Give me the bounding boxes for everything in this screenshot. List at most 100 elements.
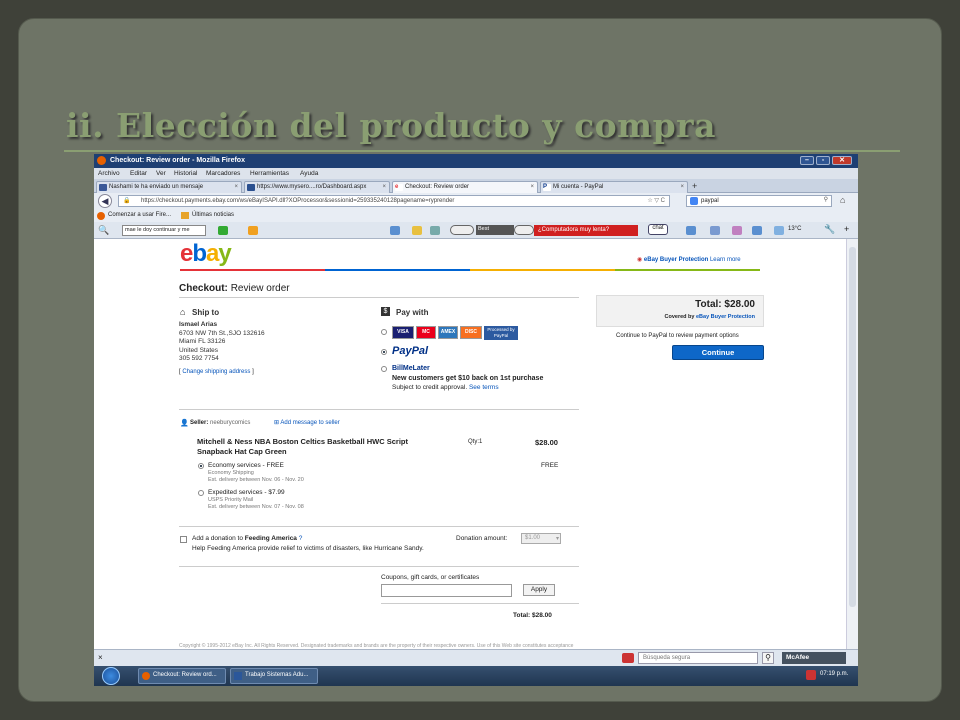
menu-herramientas[interactable]: Herramientas	[250, 170, 289, 177]
toolbar-icon[interactable]	[686, 226, 696, 235]
status-bar: × Búsqueda segura ⚲ McAfee	[94, 649, 858, 666]
navigation-bar: ◀ 🔒 https://checkout.payments.ebay.com/w…	[94, 193, 858, 209]
pay-card-radio[interactable]	[381, 329, 387, 335]
item-title[interactable]: Mitchell & Ness NBA Boston Celtics Baske…	[197, 437, 445, 457]
wrench-icon[interactable]: 🔧	[824, 224, 835, 235]
tab-checkout[interactable]: e Checkout: Review order ×	[392, 181, 538, 193]
media-controls-icon[interactable]	[514, 225, 534, 235]
tab-bar: Nashami te ha enviado un mensaje × https:…	[94, 179, 858, 193]
learn-more-link[interactable]: Learn more	[710, 257, 741, 263]
toolbar-icon[interactable]	[710, 226, 720, 235]
discover-icon: DISC	[460, 326, 482, 339]
tab-paypal[interactable]: P Mi cuenta - PayPal ×	[540, 181, 688, 193]
add-icon[interactable]: +	[844, 224, 849, 234]
donation-amount-select[interactable]: $1.00 ▾	[521, 533, 561, 544]
close-tab-icon[interactable]: ×	[234, 184, 238, 190]
tab-dashboard[interactable]: https://www.mysero....ro/Dashboard.aspx ×	[244, 181, 390, 193]
divider	[179, 526, 579, 527]
bookmark-firefox[interactable]: Comenzar a usar Fire...	[108, 212, 171, 218]
weather-icon[interactable]	[390, 226, 400, 235]
search-icon[interactable]: ⚲	[762, 652, 774, 664]
toolbar-icon[interactable]	[430, 226, 440, 235]
economy-carrier: Economy Shipping	[208, 470, 254, 476]
green-arrow-icon[interactable]	[218, 226, 228, 235]
search-engine-icon	[690, 197, 698, 205]
amex-icon: AMEX	[438, 326, 458, 339]
divider	[179, 297, 579, 298]
toolbar-search-input[interactable]: mae le doy continuar y me	[122, 225, 206, 236]
mcafee-tray-icon[interactable]	[806, 670, 816, 680]
toolbar-icon[interactable]	[412, 226, 422, 235]
search-icon[interactable]: ⚲	[824, 196, 828, 203]
firefox-bookmark-icon	[97, 212, 105, 220]
firefox-icon	[142, 672, 150, 680]
toolbar-icon[interactable]	[752, 226, 762, 235]
toolbar-app-icon[interactable]	[248, 226, 258, 235]
menu-ver[interactable]: Ver	[156, 170, 166, 177]
toolbar-icon[interactable]	[732, 226, 742, 235]
pay-with-heading: Pay with	[396, 308, 429, 317]
economy-price: FREE	[541, 462, 559, 469]
covered-by: Covered by eBay Buyer Protection	[664, 314, 756, 320]
mcafee-badge[interactable]: McAfee	[782, 652, 846, 664]
toolbar-best[interactable]: Best	[476, 225, 514, 235]
bookmarks-bar: Comenzar a usar Fire... Últimas noticias	[94, 209, 858, 222]
close-tab-icon[interactable]: ×	[680, 184, 684, 190]
close-icon[interactable]: ×	[98, 653, 103, 662]
back-button[interactable]: ◀	[98, 194, 112, 208]
see-terms-link[interactable]: See terms	[469, 384, 499, 391]
close-tab-icon[interactable]: ×	[530, 184, 534, 190]
menu-editar[interactable]: Editar	[130, 170, 147, 177]
summary-total: Total: $28.00	[695, 299, 755, 310]
add-message-link[interactable]: ⊞ Add message to seller	[274, 419, 340, 426]
expedited-shipping-radio[interactable]	[198, 490, 204, 496]
change-shipping-link[interactable]: Change shipping address	[182, 369, 250, 375]
new-tab-button[interactable]: +	[692, 181, 697, 191]
donation-amount-label: Donation amount:	[456, 535, 508, 542]
scrollbar-thumb[interactable]	[849, 247, 856, 607]
start-button[interactable]	[102, 667, 120, 685]
shipping-address: Ismael Arias 6703 NW 7th St.,SJO 132616 …	[179, 321, 265, 362]
close-tab-icon[interactable]: ×	[382, 184, 386, 190]
toolbar-ad[interactable]: ¿Computadora muy lenta?	[534, 225, 638, 236]
tab-facebook[interactable]: Nashami te ha enviado un mensaje ×	[96, 181, 242, 193]
maximize-button[interactable]: ▫	[816, 156, 830, 165]
menu-archivo[interactable]: Archivo	[98, 170, 120, 177]
divider	[179, 409, 579, 410]
info-icon[interactable]: ?	[299, 535, 303, 542]
menu-marcadores[interactable]: Marcadores	[206, 170, 240, 177]
plus-icon: ⊞	[274, 420, 280, 426]
bookmark-news[interactable]: Últimas noticias	[192, 212, 234, 218]
safe-search-input[interactable]: Búsqueda segura	[638, 652, 758, 664]
url-bar[interactable]: 🔒 https://checkout.payments.ebay.com/ws/…	[118, 195, 670, 207]
coupon-input[interactable]	[381, 584, 512, 597]
apply-button[interactable]: Apply	[523, 584, 555, 596]
change-shipping: [ Change shipping address ]	[179, 369, 254, 375]
donation-checkbox[interactable]	[180, 536, 187, 543]
ebay-logo: ebay	[180, 240, 232, 267]
weather-icon[interactable]	[774, 226, 784, 235]
menu-bar: Archivo Editar Ver Historial Marcadores …	[94, 168, 858, 179]
pay-paypal-radio[interactable]	[381, 349, 387, 355]
economy-shipping-radio[interactable]	[198, 463, 204, 469]
taskbar-firefox[interactable]: Checkout: Review ord...	[138, 668, 226, 684]
addon-toolbar: 🔍 mae le doy continuar y me Best ¿Comput…	[94, 222, 858, 239]
page-title: Checkout: Review order	[179, 283, 290, 294]
minimize-button[interactable]: –	[800, 156, 814, 165]
radio-icon[interactable]	[450, 225, 474, 235]
search-box[interactable]: paypal ⚲	[686, 195, 832, 207]
scrollbar[interactable]	[846, 239, 858, 649]
reload-icon[interactable]: ☆ ▽ C	[647, 197, 665, 204]
close-window-button[interactable]: ✕	[832, 156, 852, 165]
item-price: $28.00	[535, 438, 558, 447]
taskbar-document[interactable]: Trabajo Sistemas Adu...	[230, 668, 318, 684]
search-icon[interactable]: 🔍	[98, 225, 109, 236]
continue-button[interactable]: Continue	[672, 345, 764, 360]
pay-billmelater-radio[interactable]	[381, 366, 387, 372]
chat-button[interactable]: chat	[648, 224, 668, 235]
menu-historial[interactable]: Historial	[174, 170, 197, 177]
window-title: Checkout: Review order - Mozilla Firefox	[110, 157, 245, 164]
item-qty: Qty:1	[468, 439, 483, 445]
menu-ayuda[interactable]: Ayuda	[300, 170, 318, 177]
home-icon[interactable]: ⌂	[840, 195, 845, 205]
